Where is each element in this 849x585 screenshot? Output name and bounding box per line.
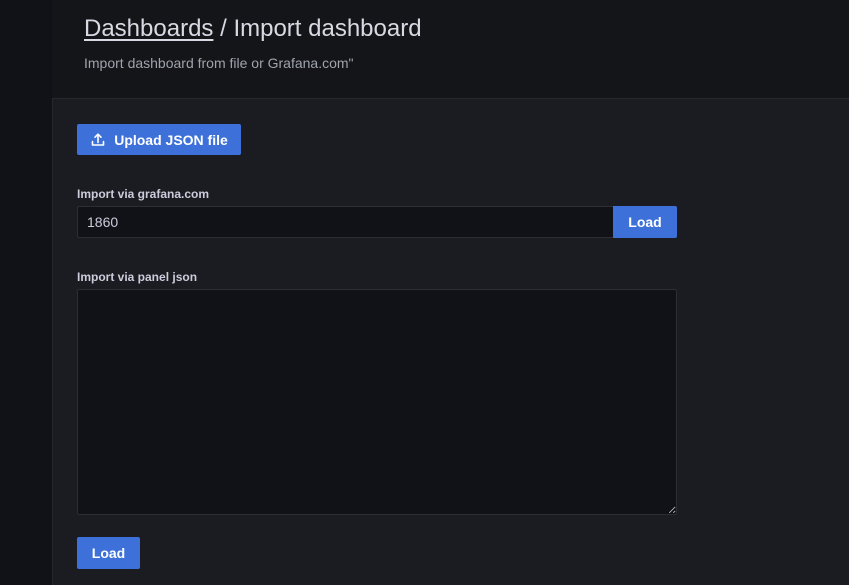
panel-json-textarea[interactable]: [77, 289, 677, 515]
breadcrumb-dashboards-link[interactable]: Dashboards: [84, 15, 213, 42]
breadcrumb-separator: /: [213, 15, 234, 42]
upload-json-label: Upload JSON file: [114, 131, 228, 148]
breadcrumb: Dashboards / Import dashboard: [84, 14, 422, 44]
grafana-com-input[interactable]: [77, 206, 613, 238]
panel-json-load-button[interactable]: Load: [77, 537, 140, 569]
page-subtitle: Import dashboard from file or Grafana.co…: [84, 55, 354, 71]
page-title: Import dashboard: [233, 15, 422, 42]
grafana-com-load-button[interactable]: Load: [613, 206, 677, 238]
panel-json-label: Import via panel json: [77, 270, 198, 284]
upload-icon: [90, 132, 106, 148]
left-nav-strip: [0, 0, 52, 585]
upload-json-button[interactable]: Upload JSON file: [77, 124, 241, 155]
grafana-com-label: Import via grafana.com: [77, 187, 210, 201]
